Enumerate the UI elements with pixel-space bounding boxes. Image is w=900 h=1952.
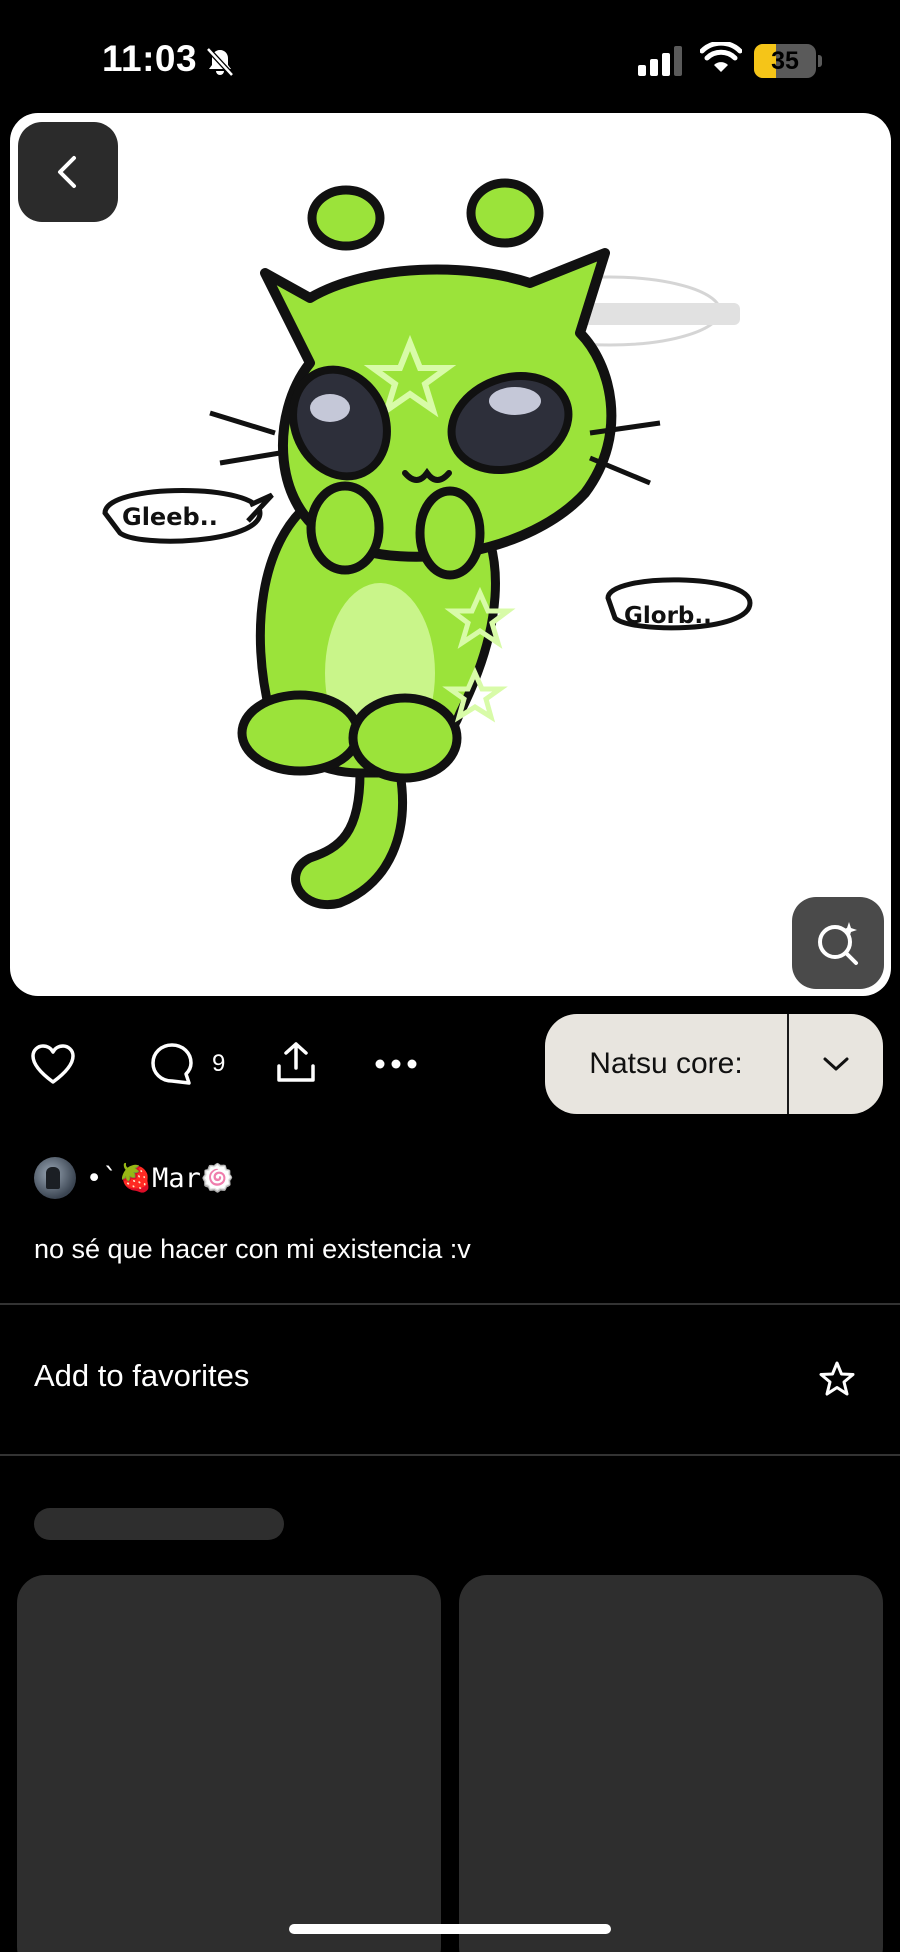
- back-button[interactable]: [18, 122, 118, 222]
- more-options-button[interactable]: [372, 1046, 420, 1082]
- author-name[interactable]: •`🍓Mar🍥: [86, 1162, 235, 1194]
- speech-bubble-left: Gleeb..: [122, 503, 218, 531]
- skeleton-title-placeholder: [34, 1508, 284, 1540]
- divider: [0, 1303, 900, 1305]
- comment-bubble-icon: [151, 1043, 193, 1085]
- chevron-left-icon: [58, 156, 76, 188]
- bell-slash-icon: [206, 47, 234, 77]
- comment-count: 9: [212, 1050, 226, 1077]
- status-time: 11:03: [102, 38, 198, 79]
- add-to-favorites-label: Add to favorites: [34, 1358, 250, 1393]
- board-dropdown-button[interactable]: [789, 1014, 883, 1114]
- speech-bubble-right: Glorb..: [624, 603, 712, 629]
- pin-description: no sé que hacer con mi existencia :v: [34, 1234, 471, 1264]
- avatar[interactable]: [34, 1157, 76, 1199]
- cellular-signal-icon: [638, 46, 682, 76]
- status-bar: 11:03 35: [0, 0, 900, 112]
- home-indicator[interactable]: [289, 1924, 611, 1934]
- author-row[interactable]: •`🍓Mar🍥: [34, 1154, 235, 1202]
- wifi-icon: [700, 42, 742, 72]
- ellipsis-icon: [375, 1059, 417, 1069]
- battery-icon: 35: [754, 44, 822, 78]
- heart-icon: [31, 1044, 75, 1084]
- share-button[interactable]: [272, 1039, 320, 1087]
- add-to-favorites-row[interactable]: Add to favorites: [0, 1306, 900, 1452]
- alien-cat-illustration: Gleeb.. Glorb..: [102, 178, 753, 910]
- divider: [0, 1454, 900, 1456]
- share-icon: [277, 1042, 315, 1082]
- like-button[interactable]: [30, 1041, 76, 1087]
- board-select[interactable]: Natsu core:: [545, 1014, 883, 1114]
- board-name[interactable]: Natsu core:: [545, 1014, 789, 1114]
- pin-image[interactable]: Gleeb.. Glorb..: [10, 113, 891, 996]
- lens-search-icon: [818, 922, 858, 965]
- star-outline-icon[interactable]: [818, 1360, 856, 1398]
- comment-button[interactable]: [148, 1040, 196, 1088]
- battery-percent: 35: [771, 47, 799, 75]
- skeleton-card: [459, 1575, 883, 1952]
- skeleton-card: [17, 1575, 441, 1952]
- visual-search-button[interactable]: [792, 897, 884, 989]
- chevron-down-icon: [823, 1057, 849, 1071]
- action-row: 9 Natsu core:: [0, 1010, 900, 1118]
